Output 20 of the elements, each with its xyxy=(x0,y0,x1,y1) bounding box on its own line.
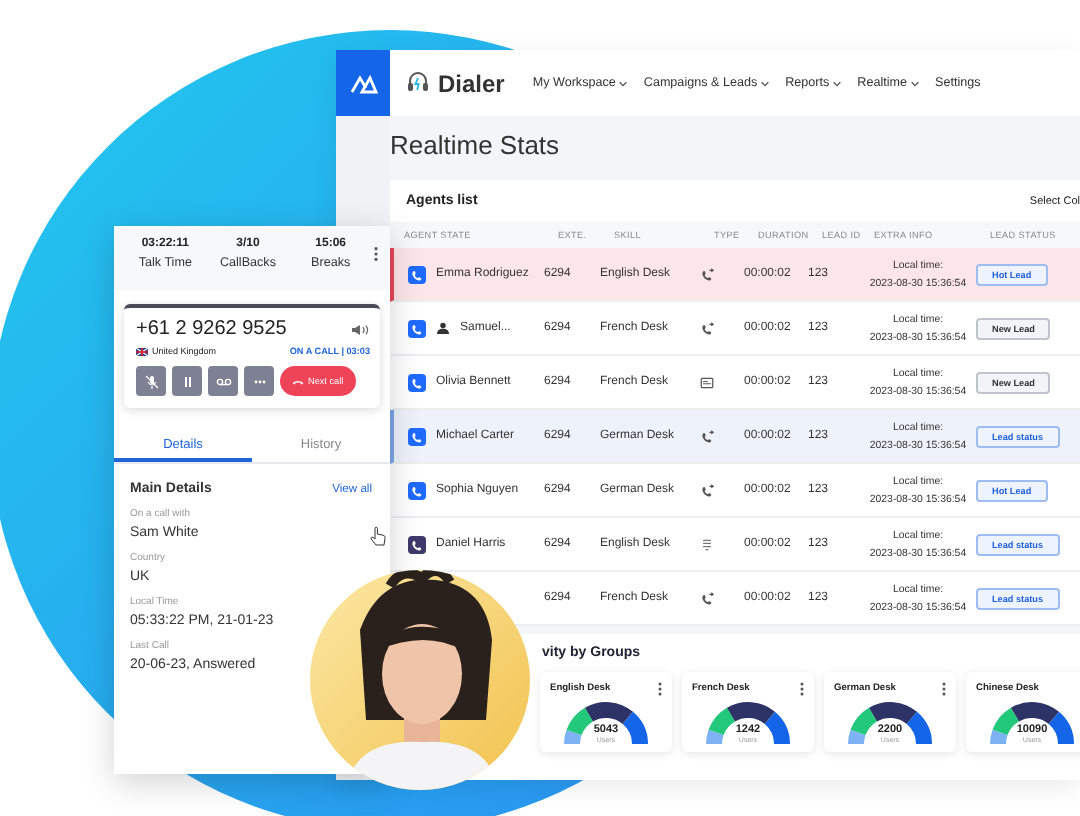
headset-icon xyxy=(406,70,430,96)
more-button[interactable] xyxy=(244,366,274,396)
hang-up-icon xyxy=(292,377,304,385)
phone-number: +61 2 9262 9525 xyxy=(136,318,287,340)
gauge-drawing xyxy=(562,700,650,748)
voicemail-icon xyxy=(215,373,231,389)
more-icon[interactable] xyxy=(373,246,378,262)
pause-button[interactable] xyxy=(172,366,202,396)
gauge-drawing xyxy=(704,700,792,748)
gauge-drawing xyxy=(846,700,934,748)
gauge-drawing xyxy=(988,700,1076,748)
mic-off-icon xyxy=(143,373,159,389)
mute-button[interactable] xyxy=(136,366,166,396)
speaker-icon[interactable] xyxy=(350,323,370,335)
page-title: Realtime Stats xyxy=(390,130,562,160)
pause-icon xyxy=(179,373,195,389)
app-logo[interactable] xyxy=(336,50,390,116)
flag-icon xyxy=(136,347,148,355)
voicemail-button[interactable] xyxy=(208,366,238,396)
app-name: Dialer xyxy=(438,69,505,97)
